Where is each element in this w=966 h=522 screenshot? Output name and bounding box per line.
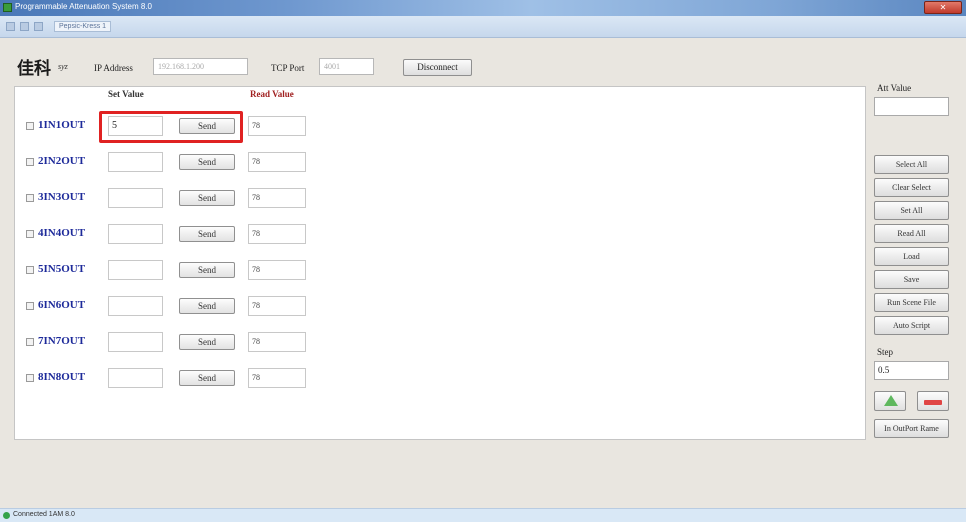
arrow-up-icon — [884, 395, 898, 406]
logo: 佳科 — [17, 59, 51, 79]
send-button[interactable]: Send — [179, 298, 235, 314]
channel-checkbox[interactable] — [26, 338, 34, 346]
disconnect-button[interactable]: Disconnect — [403, 59, 472, 76]
read-value-field: 78 — [248, 260, 306, 280]
channel-row: 8IN8OUT Send 78 — [14, 368, 866, 388]
channel-name: 5IN5OUT — [38, 263, 86, 275]
read-value-field: 78 — [248, 188, 306, 208]
run-scene-file-button[interactable]: Run Scene File — [874, 293, 949, 312]
channel-checkbox[interactable] — [26, 122, 34, 130]
read-value-field: 78 — [248, 296, 306, 316]
read-value-header: Read Value — [250, 89, 294, 99]
read-value-field: 78 — [248, 368, 306, 388]
channel-checkbox[interactable] — [26, 266, 34, 274]
send-button[interactable]: Send — [179, 262, 235, 278]
app-icon — [3, 3, 12, 12]
read-value-field: 78 — [248, 116, 306, 136]
att-value-label: Att Value — [877, 83, 912, 93]
send-button[interactable]: Send — [179, 226, 235, 242]
channel-checkbox[interactable] — [26, 374, 34, 382]
set-value-input[interactable] — [108, 368, 163, 388]
set-value-input[interactable] — [108, 188, 163, 208]
channel-name: 2IN2OUT — [38, 155, 86, 167]
toolbar: Pepsic-Kress 1 — [0, 16, 966, 38]
clear-select-button[interactable]: Clear Select — [874, 178, 949, 197]
set-value-header: Set Value — [108, 89, 144, 99]
set-value-input[interactable] — [108, 296, 163, 316]
window-title: Programmable Attenuation System 8.0 — [15, 2, 152, 11]
channel-row: 6IN6OUT Send 78 — [14, 296, 866, 316]
set-all-button[interactable]: Set All — [874, 201, 949, 220]
read-value-field: 78 — [248, 332, 306, 352]
grid-icon[interactable] — [34, 22, 43, 31]
channel-row: 5IN5OUT Send 78 — [14, 260, 866, 280]
tcp-port-field[interactable]: 4001 — [319, 58, 374, 75]
channel-name: 1IN1OUT — [38, 119, 86, 131]
inout-port-rame-button[interactable]: In OutPort Rame — [874, 419, 949, 438]
send-button[interactable]: Send — [179, 190, 235, 206]
save-icon[interactable] — [6, 22, 15, 31]
send-button[interactable]: Send — [179, 370, 235, 386]
channel-row: 7IN7OUT Send 78 — [14, 332, 866, 352]
set-value-input[interactable] — [108, 224, 163, 244]
read-value-field: 78 — [248, 152, 306, 172]
toolbar-tab[interactable]: Pepsic-Kress 1 — [54, 21, 112, 32]
channel-row: 3IN3OUT Send 78 — [14, 188, 866, 208]
load-button[interactable]: Load — [874, 247, 949, 266]
channel-row: 4IN4OUT Send 78 — [14, 224, 866, 244]
set-value-input[interactable] — [108, 332, 163, 352]
channel-checkbox[interactable] — [26, 158, 34, 166]
title-bar: Programmable Attenuation System 8.0 ✕ — [0, 0, 966, 16]
undo-icon[interactable] — [20, 22, 29, 31]
channel-name: 8IN8OUT — [38, 371, 86, 383]
step-down-button[interactable] — [917, 391, 949, 411]
step-input[interactable]: 0.5 — [874, 361, 949, 380]
channel-name: 3IN3OUT — [38, 191, 86, 203]
status-text: Connected 1AM 8.0 — [13, 511, 75, 518]
channel-checkbox[interactable] — [26, 230, 34, 238]
save-button[interactable]: Save — [874, 270, 949, 289]
channel-name: 6IN6OUT — [38, 299, 86, 311]
close-button[interactable]: ✕ — [924, 1, 962, 14]
send-button[interactable]: Send — [179, 334, 235, 350]
channel-name: 4IN4OUT — [38, 227, 86, 239]
set-value-input[interactable] — [108, 260, 163, 280]
channel-checkbox[interactable] — [26, 302, 34, 310]
set-value-input[interactable] — [108, 152, 163, 172]
ip-address-field[interactable]: 192.168.1.200 — [153, 58, 248, 75]
minus-icon — [924, 400, 942, 405]
channel-checkbox[interactable] — [26, 194, 34, 202]
tcp-port-label: TCP Port — [271, 63, 305, 73]
auto-script-button[interactable]: Auto Script — [874, 316, 949, 335]
channel-row: 2IN2OUT Send 78 — [14, 152, 866, 172]
read-all-button[interactable]: Read All — [874, 224, 949, 243]
channel-name: 7IN7OUT — [38, 335, 86, 347]
step-up-button[interactable] — [874, 391, 906, 411]
connection-status-icon — [3, 512, 10, 519]
read-value-field: 78 — [248, 224, 306, 244]
att-value-input[interactable] — [874, 97, 949, 116]
select-all-button[interactable]: Select All — [874, 155, 949, 174]
status-bar: Connected 1AM 8.0 — [0, 508, 966, 522]
send-button[interactable]: Send — [179, 154, 235, 170]
highlight-box — [99, 111, 243, 143]
ip-address-label: IP Address — [94, 63, 133, 73]
step-label: Step — [877, 347, 894, 357]
logo-subtitle: syz — [58, 62, 68, 71]
